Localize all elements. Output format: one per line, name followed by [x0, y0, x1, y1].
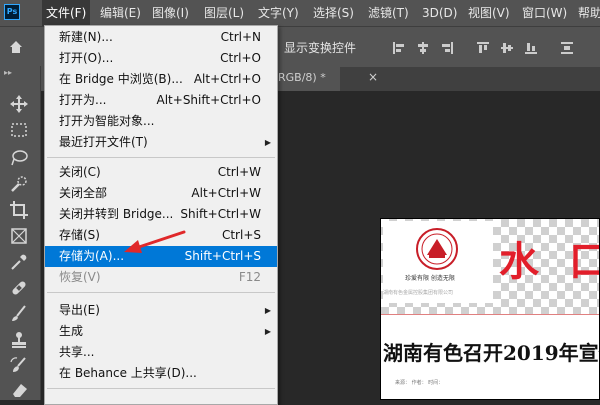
submenu-arrow-icon: ▶: [264, 138, 271, 147]
menu-item-open-smart-object[interactable]: 打开为智能对象...: [45, 111, 277, 132]
menu-item-close-all[interactable]: 关闭全部 Alt+Ctrl+W: [45, 183, 277, 204]
menu-item-label: 最近打开文件(T): [59, 135, 148, 149]
menu-item-close[interactable]: 关闭(C) Ctrl+W: [45, 162, 277, 183]
menu-separator: [47, 388, 275, 389]
menu-item-open[interactable]: 打开(O)... Ctrl+O: [45, 48, 277, 69]
collapse-panel-icon[interactable]: ▸▸: [4, 68, 12, 77]
menu-item-label: 打开(O)...: [59, 51, 114, 65]
menu-item-shortcut: Shift+Ctrl+S: [184, 249, 261, 263]
article-meta: 来源： 作者： 时间：: [395, 380, 444, 386]
menu-item-label: 新建(N)...: [59, 30, 113, 44]
menu-item-browse-bridge[interactable]: 在 Bridge 中浏览(B)... Alt+Ctrl+O: [45, 69, 277, 90]
menu-item-label: 恢复(V): [59, 270, 101, 284]
menu-item-share[interactable]: 共享...: [45, 342, 277, 363]
menu-item-open-as[interactable]: 打开为... Alt+Shift+Ctrl+O: [45, 90, 277, 111]
menu-item-shortcut: F12: [238, 270, 261, 284]
motto-text: 珍爱有限 创造无限: [405, 275, 455, 282]
menu-file[interactable]: 文件(F): [42, 0, 91, 26]
calligraphy-text: 水 口: [499, 238, 599, 285]
faint-caption: 湖南有色金属控股集团有限公司: [383, 290, 454, 296]
menu-item-label: 打开为智能对象...: [59, 114, 155, 128]
align-middle-icon[interactable]: [500, 41, 514, 55]
eyedropper-tool-icon[interactable]: [9, 252, 29, 272]
marquee-tool-icon[interactable]: [9, 120, 29, 140]
align-bottom-icon[interactable]: [524, 41, 538, 55]
menu-help[interactable]: 帮助: [578, 0, 600, 26]
home-icon[interactable]: [8, 39, 24, 55]
brush-tool-icon[interactable]: [9, 304, 29, 324]
menu-item-shortcut: Ctrl+W: [217, 165, 261, 179]
menu-separator: [47, 292, 275, 293]
close-icon[interactable]: ×: [368, 70, 378, 84]
emblem-icon: [416, 228, 458, 270]
submenu-arrow-icon: ▶: [264, 306, 271, 315]
menu-item-label: 打开为...: [59, 93, 107, 107]
menu-item-label: 存储(S): [59, 228, 100, 242]
menu-window[interactable]: 窗口(W): [522, 0, 567, 26]
history-brush-tool-icon[interactable]: [9, 356, 29, 376]
ps-logo-icon[interactable]: Ps: [4, 4, 20, 20]
menu-item-label: 关闭并转到 Bridge...: [59, 207, 174, 221]
article-headline: 湖南有色召开2019年宣传思: [383, 341, 599, 365]
menu-item-label: 生成: [59, 324, 84, 338]
align-right-icon[interactable]: [440, 41, 454, 55]
menu-edit[interactable]: 编辑(E): [100, 0, 141, 26]
clone-stamp-tool-icon[interactable]: [9, 330, 29, 350]
menu-filter[interactable]: 滤镜(T): [368, 0, 409, 26]
menu-item-label: 存储为(A)...: [59, 249, 125, 263]
menu-item-shortcut: Ctrl+N: [220, 30, 261, 44]
menu-item-shortcut: Alt+Ctrl+W: [191, 186, 261, 200]
menu-item-shortcut: Ctrl+S: [221, 228, 261, 242]
menu-item-export[interactable]: 导出(E) ▶: [45, 300, 277, 321]
menu-item-label: 导出(E): [59, 303, 100, 317]
align-left-icon[interactable]: [392, 41, 406, 55]
align-center-icon[interactable]: [416, 41, 430, 55]
menu-item-revert: 恢复(V) F12: [45, 267, 277, 288]
move-tool-icon[interactable]: [9, 94, 29, 114]
menu-item-label: 关闭全部: [59, 186, 108, 200]
menu-item-share-behance[interactable]: 在 Behance 上共享(D)...: [45, 363, 277, 384]
menu-item-label: 关闭(C): [59, 165, 101, 179]
menu-item-recent-files[interactable]: 最近打开文件(T) ▶: [45, 132, 277, 153]
menu-image[interactable]: 图像(I): [152, 0, 189, 26]
healing-brush-tool-icon[interactable]: [9, 278, 29, 298]
align-top-icon[interactable]: [476, 41, 490, 55]
menu-item-save-as[interactable]: 存储为(A)... Shift+Ctrl+S: [45, 246, 277, 267]
menu-select[interactable]: 选择(S): [313, 0, 354, 26]
menu-item-shortcut: Ctrl+O: [220, 51, 261, 65]
distribute-icon[interactable]: [560, 41, 574, 55]
menu-item-shortcut: Shift+Ctrl+W: [180, 207, 261, 221]
file-menu-dropdown: 新建(N)... Ctrl+N 打开(O)... Ctrl+O 在 Bridge 中…: [44, 25, 278, 405]
menu-view[interactable]: 视图(V): [468, 0, 510, 26]
menu-item-shortcut: Alt+Shift+Ctrl+O: [156, 93, 261, 107]
menu-item-close-go-bridge[interactable]: 关闭并转到 Bridge... Shift+Ctrl+W: [45, 204, 277, 225]
frame-tool-icon[interactable]: [9, 226, 29, 246]
show-transform-controls-label[interactable]: 显示变换控件: [284, 39, 356, 56]
submenu-arrow-icon: ▶: [264, 327, 271, 336]
tools-panel: ▸▸: [0, 66, 41, 400]
lasso-tool-icon[interactable]: [9, 148, 29, 168]
menu-3d[interactable]: 3D(D): [422, 0, 457, 26]
eraser-tool-icon[interactable]: [9, 380, 29, 400]
crop-tool-icon[interactable]: [9, 200, 29, 220]
menu-item-label: 在 Behance 上共享(D)...: [59, 366, 197, 380]
menu-layer[interactable]: 图层(L): [204, 0, 244, 26]
document-canvas[interactable]: 珍爱有限 创造无限 水 口 湖南有色金属控股集团有限公司 湖南有色召开2019年…: [380, 218, 600, 400]
menu-separator: [47, 157, 275, 158]
menu-item-new[interactable]: 新建(N)... Ctrl+N: [45, 27, 277, 48]
quick-select-tool-icon[interactable]: [9, 174, 29, 194]
menu-item-shortcut: Alt+Ctrl+O: [193, 72, 261, 86]
document-tab-title: RGB/8) *: [278, 71, 326, 84]
menu-item-generate[interactable]: 生成 ▶: [45, 321, 277, 342]
menu-type[interactable]: 文字(Y): [258, 0, 299, 26]
menu-item-save[interactable]: 存储(S) Ctrl+S: [45, 225, 277, 246]
menu-item-label: 在 Bridge 中浏览(B)...: [59, 72, 183, 86]
menu-item-label: 共享...: [59, 345, 95, 359]
menu-bar: Ps 文件(F) 编辑(E) 图像(I) 图层(L) 文字(Y) 选择(S) 滤…: [0, 0, 600, 26]
